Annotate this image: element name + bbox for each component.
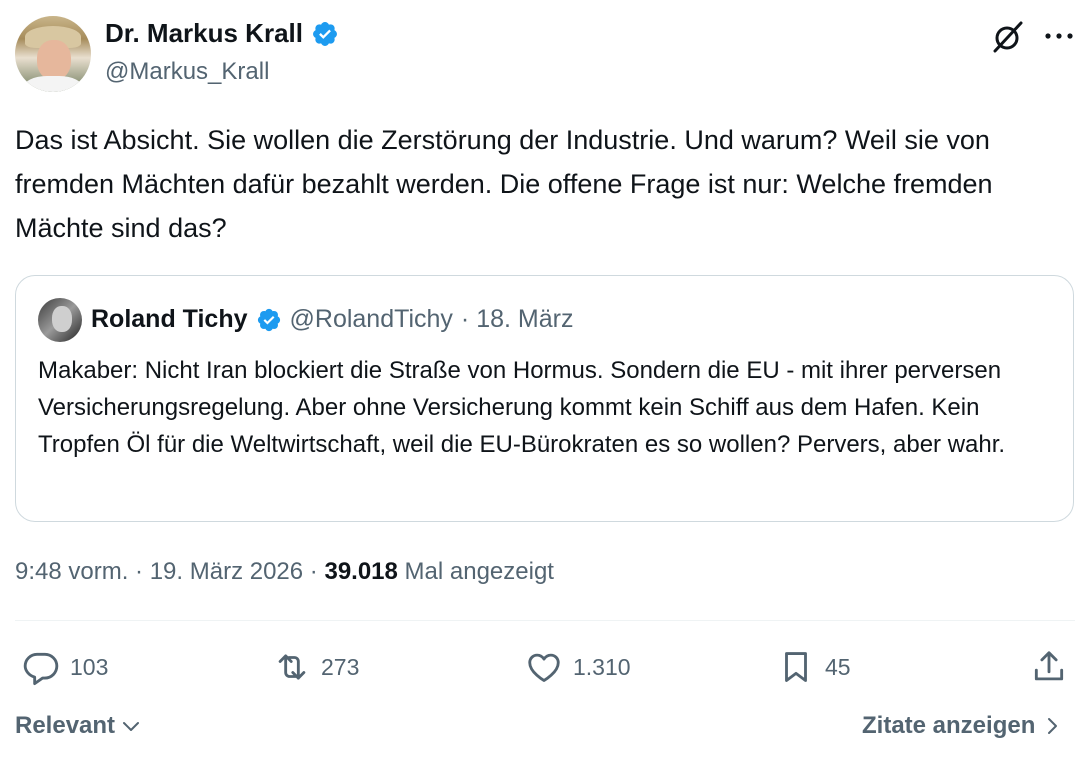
view-count: 39.018 — [324, 558, 398, 585]
reply-count: 103 — [70, 653, 109, 680]
quoted-text: Makaber: Nicht Iran blockiert die Straße… — [38, 357, 1006, 458]
repost-button[interactable]: 273 — [273, 648, 359, 686]
sort-dropdown[interactable]: Relevant — [15, 712, 143, 740]
like-icon — [528, 653, 560, 682]
author-avatar[interactable] — [15, 16, 91, 92]
verified-icon — [257, 308, 280, 331]
sort-label: Relevant — [15, 712, 116, 739]
chevron-right-icon — [1048, 718, 1058, 734]
grok-icon[interactable] — [990, 19, 1026, 55]
view-label: Mal angezeigt — [397, 558, 554, 585]
tweet-time[interactable]: 9:48 vorm. · 19. März 2026 · — [15, 558, 324, 585]
bookmark-button[interactable]: 45 — [777, 648, 851, 686]
tweet-text: Das ist Absicht. Sie wollen die Zerstöru… — [15, 125, 993, 243]
verified-icon — [313, 21, 337, 46]
reply-icon — [23, 652, 59, 686]
reply-button[interactable]: 103 — [22, 648, 108, 686]
repost-icon — [278, 654, 306, 680]
author-name-row[interactable]: Dr. Markus Krall — [105, 18, 339, 49]
quoted-author-handle: @RolandTichy — [289, 305, 453, 333]
chevron-down-icon — [123, 722, 140, 731]
divider — [15, 620, 1075, 621]
author-name[interactable]: Dr. Markus Krall — [105, 18, 303, 49]
like-button[interactable]: 1.310 — [525, 648, 631, 686]
view-quotes-label: Zitate anzeigen — [862, 712, 1036, 739]
repost-count: 273 — [321, 653, 360, 680]
quoted-author-avatar — [38, 298, 82, 342]
tweet-meta: 9:48 vorm. · 19. März 2026 · 39.018 Mal … — [15, 558, 554, 586]
share-icon[interactable] — [1030, 648, 1068, 686]
author-handle[interactable]: @Markus_Krall — [105, 58, 269, 86]
quoted-author-name: Roland Tichy — [91, 305, 248, 333]
like-count: 1.310 — [573, 653, 631, 680]
quoted-date: · 18. März — [460, 305, 574, 333]
bookmark-icon — [785, 652, 807, 682]
bookmark-count: 45 — [825, 653, 851, 680]
view-quotes-link[interactable]: Zitate anzeigen — [862, 712, 1063, 740]
more-icon[interactable] — [1043, 28, 1075, 44]
quoted-header: Roland Tichy @RolandTichy · 18. März — [91, 305, 573, 334]
